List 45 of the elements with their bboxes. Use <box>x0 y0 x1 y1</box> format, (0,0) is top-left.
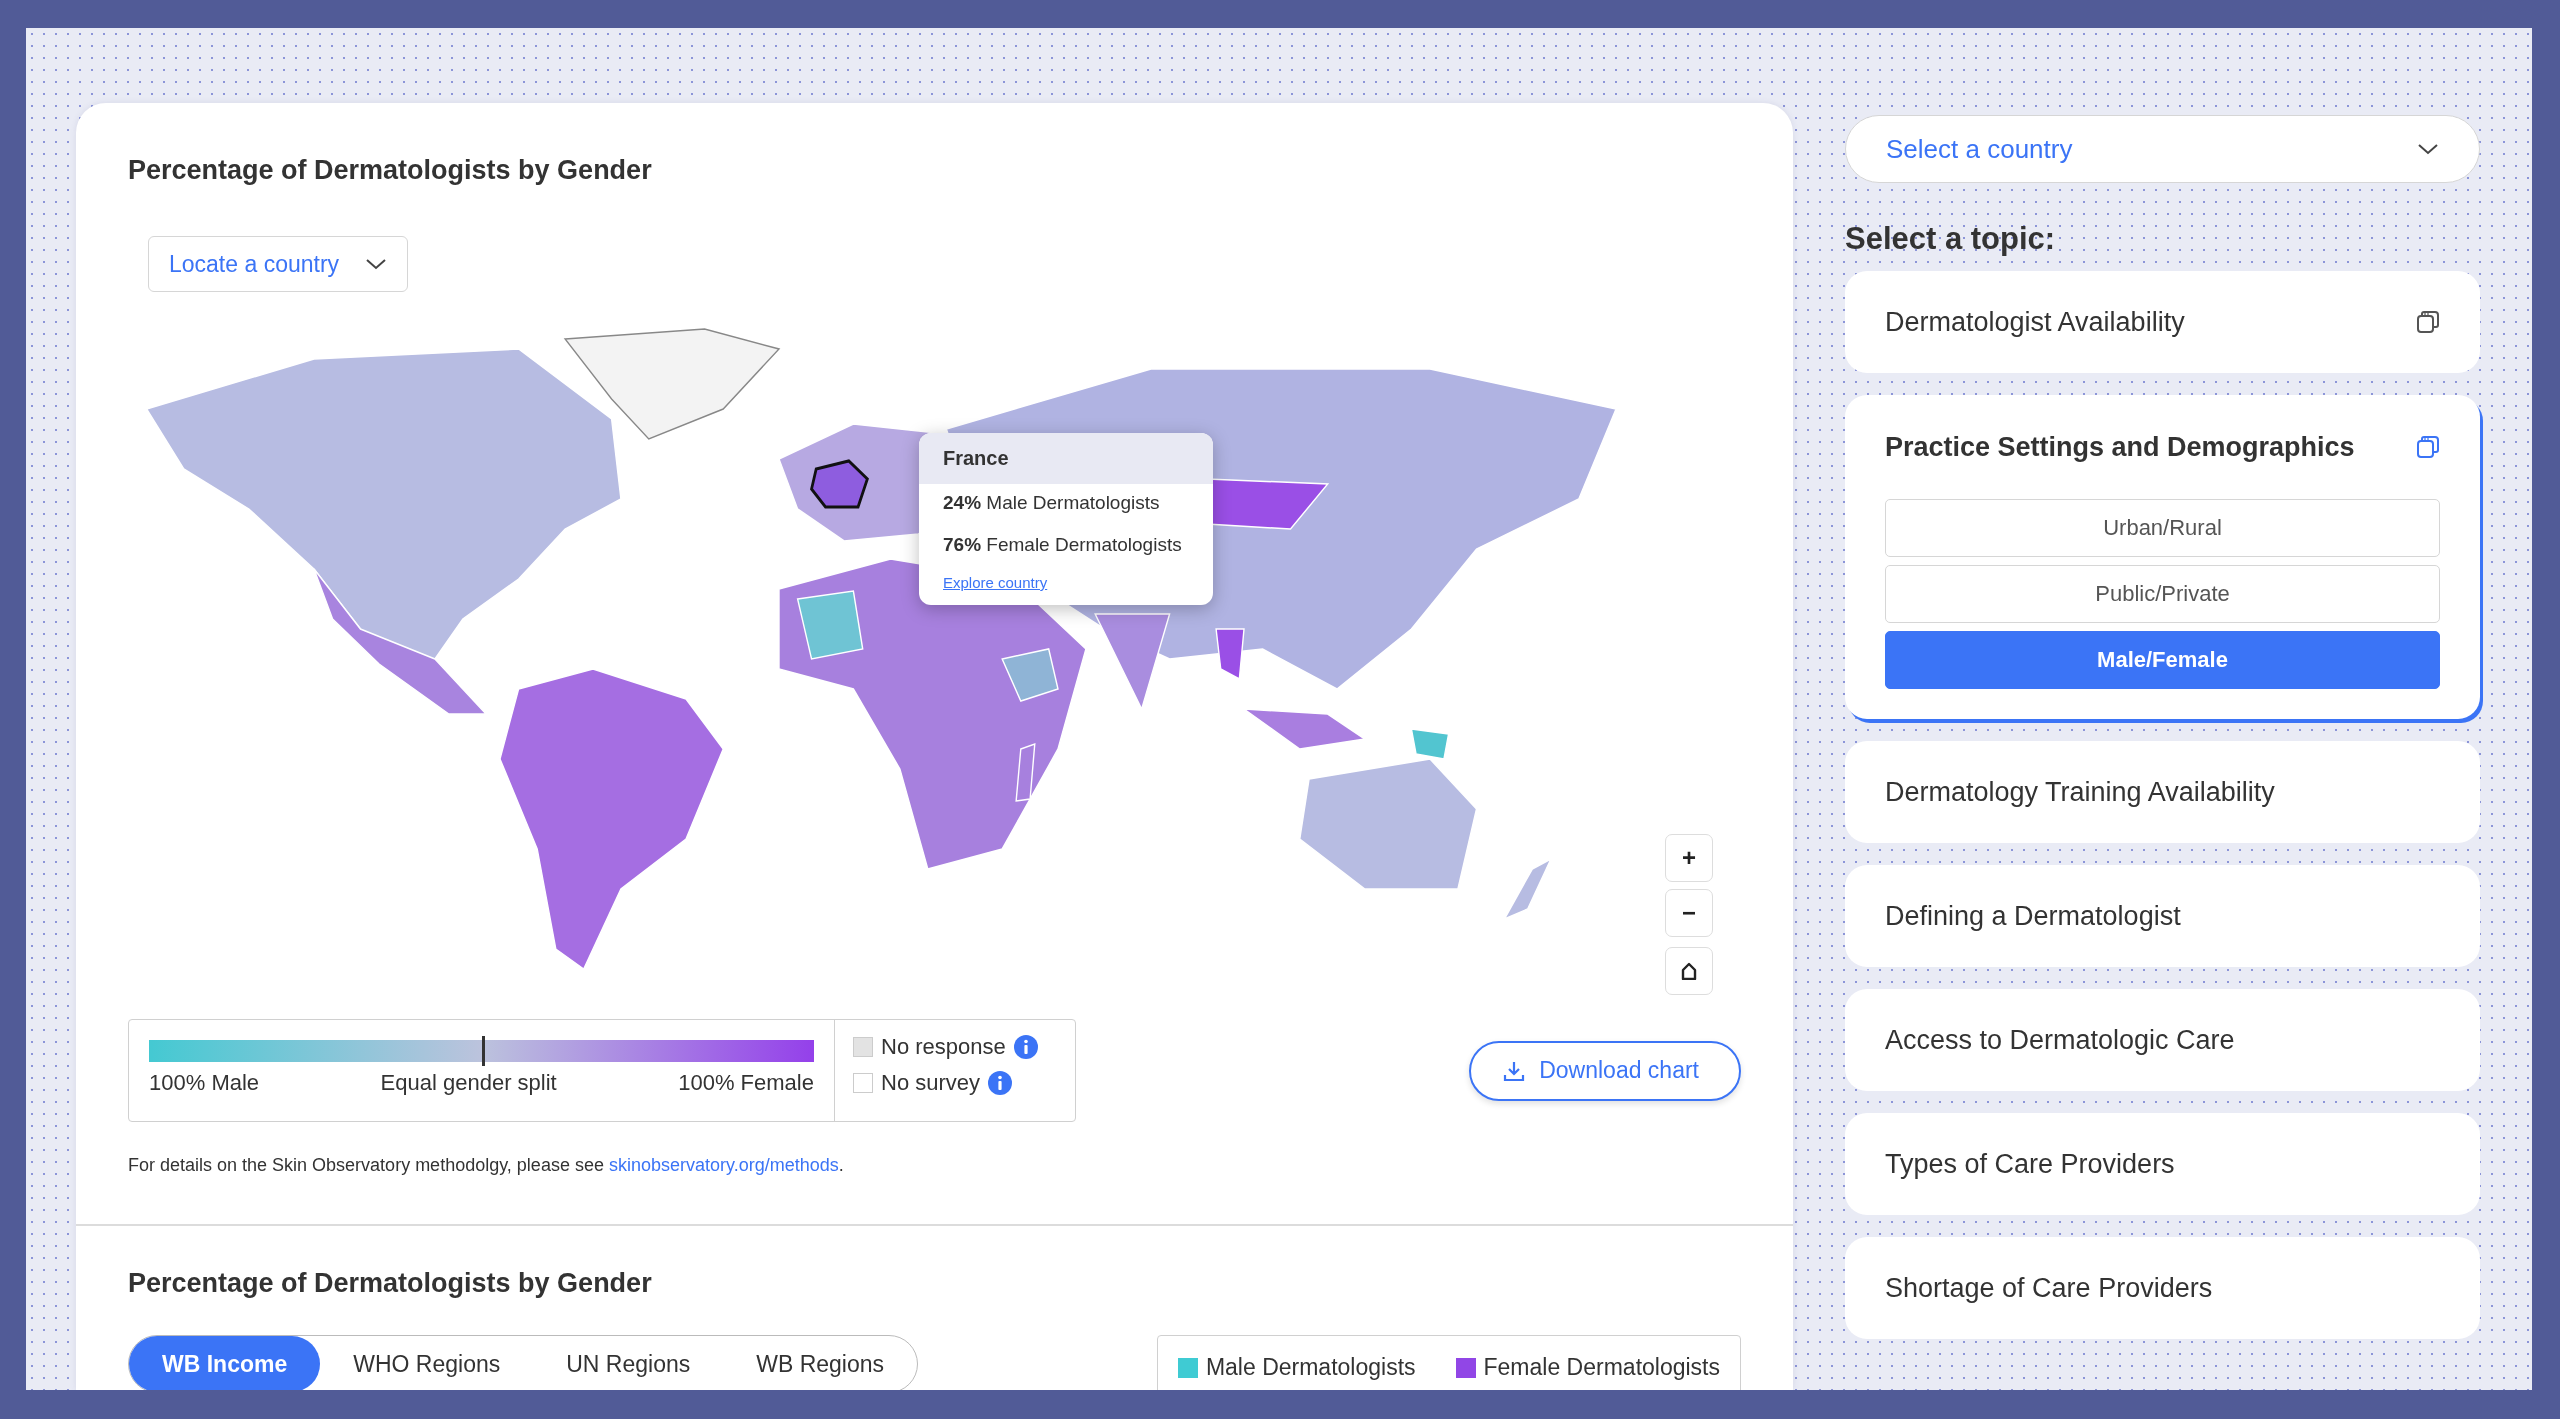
stacked-squares-icon <box>2416 310 2440 334</box>
topic-heading: Select a topic: <box>1845 221 2057 257</box>
home-button[interactable] <box>1665 947 1713 995</box>
zoom-out-button[interactable]: − <box>1665 889 1713 937</box>
region-tab[interactable]: WB Regions <box>723 1336 918 1390</box>
topic-button[interactable]: Types of Care Providers <box>1885 1113 2440 1215</box>
topic-option-button[interactable]: Urban/Rural <box>1885 499 2440 557</box>
tooltip-stat: 76% Female Dermatologists <box>942 533 1183 557</box>
chart-title: Percentage of Dermatologists by Gender <box>128 1268 653 1299</box>
tooltip-title: France <box>919 433 1213 484</box>
chart-title: Percentage of Dermatologists by Gender <box>128 155 653 186</box>
topic-button[interactable]: Dermatologist Availability <box>1885 271 2440 373</box>
download-chart-button[interactable]: Download chart <box>1469 1040 1741 1101</box>
scale-label: 100% Male <box>149 1070 260 1096</box>
legend-label: No survey <box>881 1070 981 1096</box>
topic-button[interactable]: Access to Dermatologic Care <box>1885 989 2440 1091</box>
scale-label: Equal gender split <box>380 1070 557 1096</box>
chevron-down-icon <box>365 258 388 270</box>
legend-label: No response <box>881 1034 1006 1060</box>
legend-label: Female Dermatologists <box>1483 1354 1720 1381</box>
topic-option-button[interactable]: Public/Private <box>1885 565 2440 623</box>
home-icon <box>1681 962 1697 980</box>
explore-country-link[interactable]: Explore country <box>943 574 1048 591</box>
topic-button[interactable]: Defining a Dermatologist <box>1885 865 2440 967</box>
select-country-dropdown[interactable]: Select a country <box>1845 115 2480 183</box>
region-tab[interactable]: WHO Regions <box>320 1336 534 1390</box>
chevron-down-icon <box>2417 143 2439 155</box>
methodology-note: For details on the Skin Observatory methodolgy, please see skinobservatory.org/methods. <box>128 1155 845 1176</box>
stacked-squares-icon <box>2416 435 2440 459</box>
midpoint-marker <box>481 1036 485 1066</box>
region-tab[interactable]: UN Regions <box>533 1336 724 1390</box>
topic-button[interactable]: Practice Settings and Demographics <box>1885 395 2440 499</box>
methodology-link[interactable]: skinobservatory.org/methods <box>608 1155 839 1175</box>
topic-button[interactable]: Dermatology Training Availability <box>1885 741 2440 843</box>
topic-button[interactable]: Shortage of Care Providers <box>1885 1237 2440 1339</box>
zoom-in-button[interactable]: + <box>1665 834 1713 882</box>
info-icon <box>988 1071 1013 1095</box>
legend-label: Male Dermatologists <box>1205 1354 1416 1381</box>
locate-country-dropdown[interactable]: Locate a country <box>148 236 409 292</box>
topic-option-button[interactable]: Male/Female <box>1885 631 2440 689</box>
region-tab[interactable]: WB Income <box>129 1336 321 1390</box>
scale-label: 100% Female <box>678 1070 814 1096</box>
info-icon <box>1013 1035 1038 1059</box>
tooltip-stat: 24% Male Dermatologists <box>942 491 1161 515</box>
download-icon <box>1503 1059 1526 1082</box>
